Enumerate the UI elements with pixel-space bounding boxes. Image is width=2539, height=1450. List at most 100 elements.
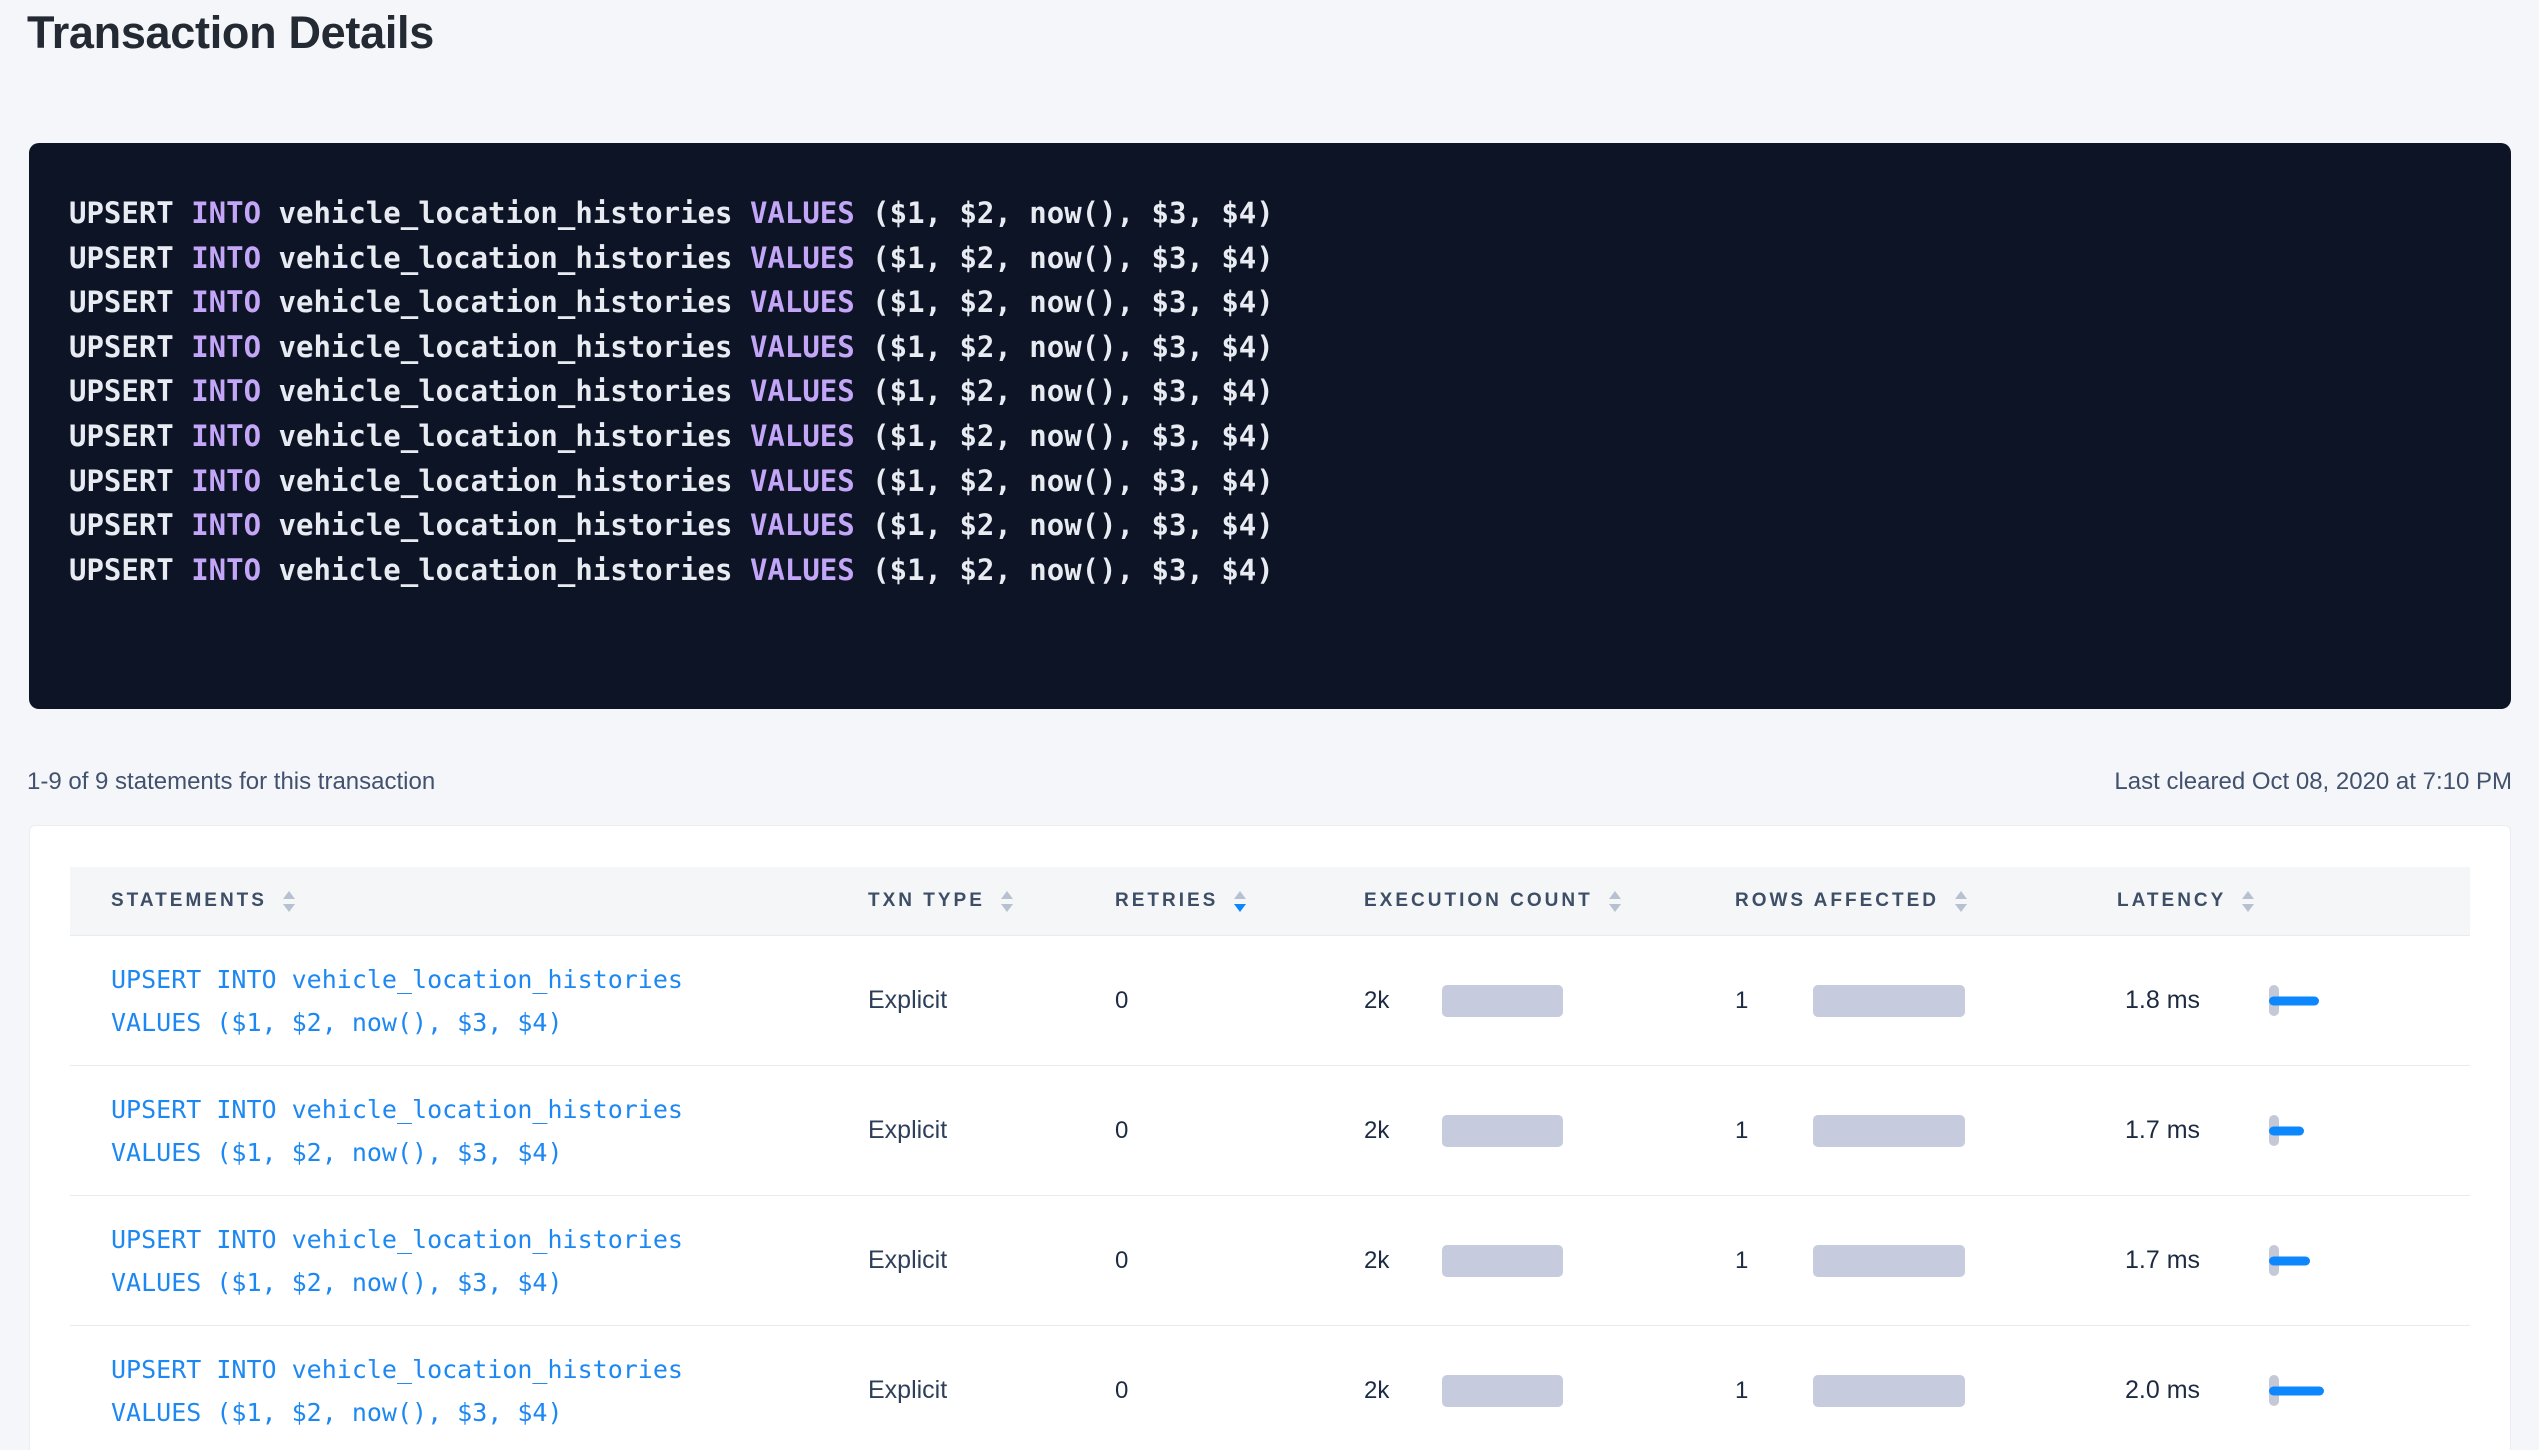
statement-line-1: UPSERT INTO vehicle_location_histories <box>111 1355 683 1384</box>
latency-value: 1.8 ms <box>2125 986 2225 1015</box>
latency-bar-chart <box>2269 985 2279 1017</box>
execution-count-bar <box>1442 1245 1563 1277</box>
rows-affected-bar <box>1813 1245 1965 1277</box>
column-header-retries[interactable]: RETRIES <box>1115 890 1364 912</box>
execution-count-value: 2k <box>1364 1247 1412 1275</box>
sort-arrows-icon <box>283 891 295 912</box>
column-header-latency[interactable]: LATENCY <box>2117 890 2471 912</box>
statement-cell: UPSERT INTO vehicle_location_histories V… <box>70 1348 868 1434</box>
rows-affected-value: 1 <box>1735 1247 1783 1275</box>
latency-cell: 1.8 ms <box>2117 985 2471 1017</box>
table-row: UPSERT INTO vehicle_location_histories V… <box>70 1066 2470 1196</box>
statement-line-2: VALUES ($1, $2, now(), $3, $4) <box>111 1008 563 1037</box>
txn-type-value: Explicit <box>868 1116 1115 1145</box>
rows-affected-bar <box>1813 1115 1965 1147</box>
column-header-label: LATENCY <box>2117 890 2226 912</box>
sort-descending-icon <box>1234 904 1246 912</box>
execution-count-cell: 2k <box>1364 985 1735 1017</box>
txn-type-value: Explicit <box>868 1376 1115 1405</box>
execution-count-bar <box>1442 1375 1563 1407</box>
sql-statement-line: UPSERT INTO vehicle_location_histories V… <box>69 548 2471 593</box>
sql-statement-line: UPSERT INTO vehicle_location_histories V… <box>69 503 2471 548</box>
statements-count-text: 1-9 of 9 statements for this transaction <box>27 768 435 796</box>
statements-table-card: STATEMENTS TXN TYPE RETRIES EXECUTION CO… <box>29 825 2511 1450</box>
txn-type-value: Explicit <box>868 1246 1115 1275</box>
sql-statement-line: UPSERT INTO vehicle_location_histories V… <box>69 414 2471 459</box>
retries-value: 0 <box>1115 1117 1364 1145</box>
sort-ascending-icon <box>1609 891 1621 899</box>
sort-ascending-icon <box>283 891 295 899</box>
sql-statement-line: UPSERT INTO vehicle_location_histories V… <box>69 191 2471 236</box>
table-row: UPSERT INTO vehicle_location_histories V… <box>70 1196 2470 1326</box>
statement-line-2: VALUES ($1, $2, now(), $3, $4) <box>111 1268 563 1297</box>
rows-affected-cell: 1 <box>1735 1115 2117 1147</box>
rows-affected-value: 1 <box>1735 987 1783 1015</box>
rows-affected-cell: 1 <box>1735 1245 2117 1277</box>
sql-statement-line: UPSERT INTO vehicle_location_histories V… <box>69 236 2471 281</box>
table-row: UPSERT INTO vehicle_location_histories V… <box>70 1326 2470 1450</box>
transaction-details-page: Transaction Details UPSERT INTO vehicle_… <box>0 0 2539 1450</box>
sort-arrows-icon <box>2242 891 2254 912</box>
rows-affected-bar <box>1813 1375 1965 1407</box>
execution-count-cell: 2k <box>1364 1115 1735 1147</box>
column-header-execution-count[interactable]: EXECUTION COUNT <box>1364 890 1735 912</box>
last-cleared-text: Last cleared Oct 08, 2020 at 7:10 PM <box>2114 768 2512 796</box>
statement-cell: UPSERT INTO vehicle_location_histories V… <box>70 958 868 1044</box>
column-header-rows-affected[interactable]: ROWS AFFECTED <box>1735 890 2117 912</box>
retries-value: 0 <box>1115 987 1364 1015</box>
statement-line-1: UPSERT INTO vehicle_location_histories <box>111 965 683 994</box>
txn-type-value: Explicit <box>868 986 1115 1015</box>
statement-link[interactable]: UPSERT INTO vehicle_location_histories V… <box>111 1348 868 1434</box>
sort-descending-icon <box>1609 904 1621 912</box>
column-header-statements[interactable]: STATEMENTS <box>70 890 868 912</box>
execution-count-value: 2k <box>1364 1117 1412 1145</box>
statements-table: STATEMENTS TXN TYPE RETRIES EXECUTION CO… <box>70 867 2470 1450</box>
sql-statement-line: UPSERT INTO vehicle_location_histories V… <box>69 280 2471 325</box>
sort-descending-icon <box>2242 904 2254 912</box>
latency-value: 1.7 ms <box>2125 1246 2225 1275</box>
statement-link[interactable]: UPSERT INTO vehicle_location_histories V… <box>111 1218 868 1304</box>
rows-affected-value: 1 <box>1735 1377 1783 1405</box>
rows-affected-bar <box>1813 985 1965 1017</box>
statement-cell: UPSERT INTO vehicle_location_histories V… <box>70 1088 868 1174</box>
column-header-label: STATEMENTS <box>111 890 267 912</box>
table-summary-row: 1-9 of 9 statements for this transaction… <box>27 768 2512 796</box>
latency-bar <box>2269 1256 2310 1265</box>
latency-bar-chart <box>2269 1245 2279 1277</box>
sort-arrows-icon <box>1609 891 1621 912</box>
sort-descending-icon <box>1955 904 1967 912</box>
latency-bar <box>2269 996 2319 1005</box>
sort-ascending-icon <box>1001 891 1013 899</box>
sql-statement-line: UPSERT INTO vehicle_location_histories V… <box>69 459 2471 504</box>
sql-statement-line: UPSERT INTO vehicle_location_histories V… <box>69 369 2471 414</box>
sort-descending-icon <box>1001 904 1013 912</box>
table-body: UPSERT INTO vehicle_location_histories V… <box>70 936 2470 1450</box>
table-header-row: STATEMENTS TXN TYPE RETRIES EXECUTION CO… <box>70 867 2470 936</box>
sort-arrows-icon <box>1001 891 1013 912</box>
execution-count-value: 2k <box>1364 987 1412 1015</box>
sort-arrows-icon <box>1234 891 1246 912</box>
execution-count-bar <box>1442 985 1563 1017</box>
rows-affected-cell: 1 <box>1735 985 2117 1017</box>
latency-cell: 2.0 ms <box>2117 1375 2471 1407</box>
column-header-txn-type[interactable]: TXN TYPE <box>868 890 1115 912</box>
column-header-label: ROWS AFFECTED <box>1735 890 1939 912</box>
statement-link[interactable]: UPSERT INTO vehicle_location_histories V… <box>111 958 868 1044</box>
execution-count-bar <box>1442 1115 1563 1147</box>
sort-ascending-icon <box>2242 891 2254 899</box>
latency-value: 2.0 ms <box>2125 1376 2225 1405</box>
table-row: UPSERT INTO vehicle_location_histories V… <box>70 936 2470 1066</box>
rows-affected-value: 1 <box>1735 1117 1783 1145</box>
latency-bar-chart <box>2269 1115 2279 1147</box>
execution-count-value: 2k <box>1364 1377 1412 1405</box>
statement-line-1: UPSERT INTO vehicle_location_histories <box>111 1225 683 1254</box>
execution-count-cell: 2k <box>1364 1375 1735 1407</box>
latency-bar <box>2269 1386 2324 1395</box>
sql-statement-line: UPSERT INTO vehicle_location_histories V… <box>69 325 2471 370</box>
statement-line-1: UPSERT INTO vehicle_location_histories <box>111 1095 683 1124</box>
rows-affected-cell: 1 <box>1735 1375 2117 1407</box>
latency-value: 1.7 ms <box>2125 1116 2225 1145</box>
retries-value: 0 <box>1115 1377 1364 1405</box>
transaction-sql-box: UPSERT INTO vehicle_location_histories V… <box>29 143 2511 709</box>
statement-link[interactable]: UPSERT INTO vehicle_location_histories V… <box>111 1088 868 1174</box>
